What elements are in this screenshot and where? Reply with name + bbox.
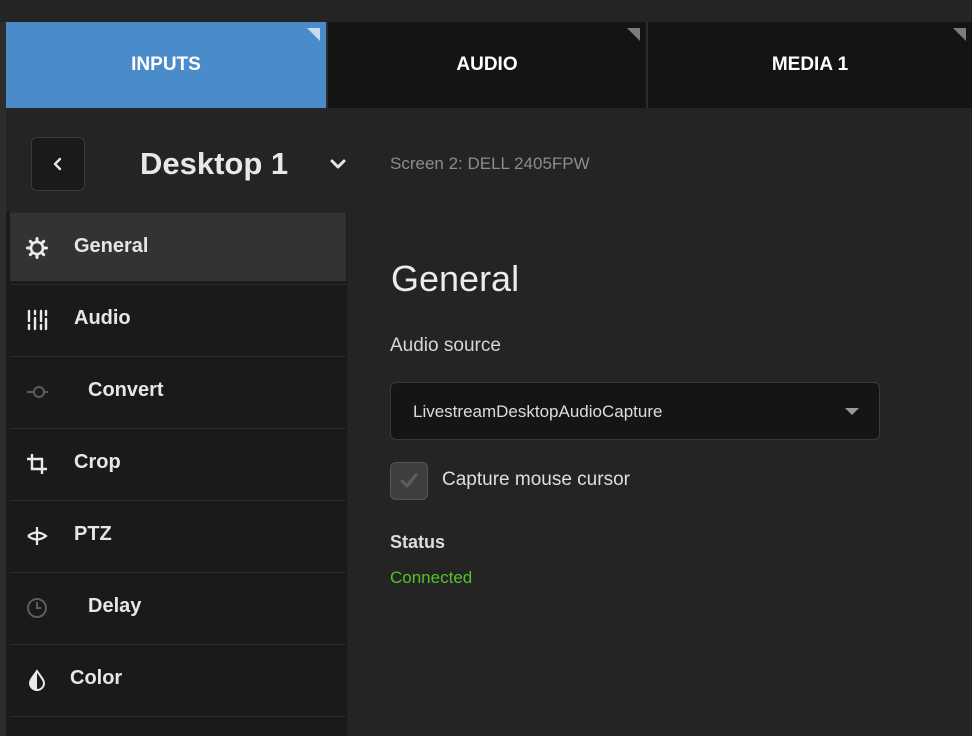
- tab-bar: INPUTS AUDIO MEDIA 1: [6, 22, 972, 108]
- tab-corner-icon: [307, 28, 320, 41]
- audio-source-label: Audio source: [390, 335, 501, 356]
- settings-sidebar: General Audio Convert Crop PTZ Delay Col…: [6, 212, 346, 736]
- input-title[interactable]: Desktop 1: [140, 146, 288, 182]
- status-label: Status: [390, 532, 446, 552]
- capture-cursor-checkbox[interactable]: [390, 462, 428, 500]
- convert-icon: [27, 386, 48, 398]
- screen-description: Screen 2: DELL 2405FPW: [390, 154, 590, 173]
- caret-down-icon: [845, 408, 859, 415]
- sidebar-item-general[interactable]: General: [10, 212, 346, 281]
- audio-source-select[interactable]: LivestreamDesktopAudioCapture: [390, 382, 880, 440]
- sidebar-item-label: General: [74, 235, 149, 257]
- input-header: Desktop 1 Screen 2: DELL 2405FPW: [6, 108, 972, 212]
- sidebar-item-crop[interactable]: Crop: [10, 428, 346, 497]
- tab-audio-label: AUDIO: [456, 54, 518, 75]
- color-drop-icon: [28, 669, 46, 691]
- tab-corner-icon: [627, 28, 640, 41]
- status-value: Connected: [390, 568, 473, 587]
- tab-corner-icon: [953, 28, 966, 41]
- tab-media-1-label: MEDIA 1: [771, 54, 849, 75]
- clock-icon: [27, 598, 47, 618]
- sidebar-item-delay[interactable]: Delay: [10, 572, 346, 641]
- sidebar-item-label: Crop: [74, 451, 121, 473]
- tab-inputs[interactable]: INPUTS: [6, 22, 328, 108]
- sidebar-item-color[interactable]: Color: [10, 644, 346, 713]
- panel-title: General: [391, 258, 520, 299]
- chevron-down-icon[interactable]: [328, 154, 348, 174]
- gear-icon: [26, 237, 48, 259]
- sidebar-item-label: Audio: [74, 307, 131, 329]
- top-strip: [0, 0, 972, 22]
- sidebar-item-convert[interactable]: Convert: [10, 356, 346, 425]
- sidebar-item-audio[interactable]: Audio: [10, 284, 346, 353]
- chevron-left-icon: [53, 157, 62, 171]
- tab-media-1[interactable]: MEDIA 1: [648, 22, 972, 108]
- sidebar-item-label: PTZ: [74, 523, 112, 545]
- back-button[interactable]: [31, 137, 85, 191]
- app-window: INPUTS AUDIO MEDIA 1 Desktop 1 Screen 2:…: [0, 0, 972, 736]
- sidebar-item-ptz[interactable]: PTZ: [10, 500, 346, 569]
- sidebar-item-partial: [10, 716, 346, 736]
- general-panel: General Audio source LivestreamDesktopAu…: [346, 212, 972, 736]
- audio-source-value: LivestreamDesktopAudioCapture: [413, 402, 663, 421]
- ptz-icon: [27, 527, 48, 545]
- sidebar-item-label: Color: [70, 667, 123, 689]
- capture-cursor-label[interactable]: Capture mouse cursor: [442, 469, 630, 491]
- checkmark-icon: [400, 473, 418, 488]
- tab-audio[interactable]: AUDIO: [328, 22, 648, 108]
- sidebar-item-label: Delay: [88, 595, 142, 617]
- audio-mixer-icon: [27, 309, 48, 331]
- sidebar-item-label: Convert: [88, 379, 164, 401]
- tab-inputs-label: INPUTS: [131, 54, 201, 75]
- crop-icon: [27, 454, 47, 474]
